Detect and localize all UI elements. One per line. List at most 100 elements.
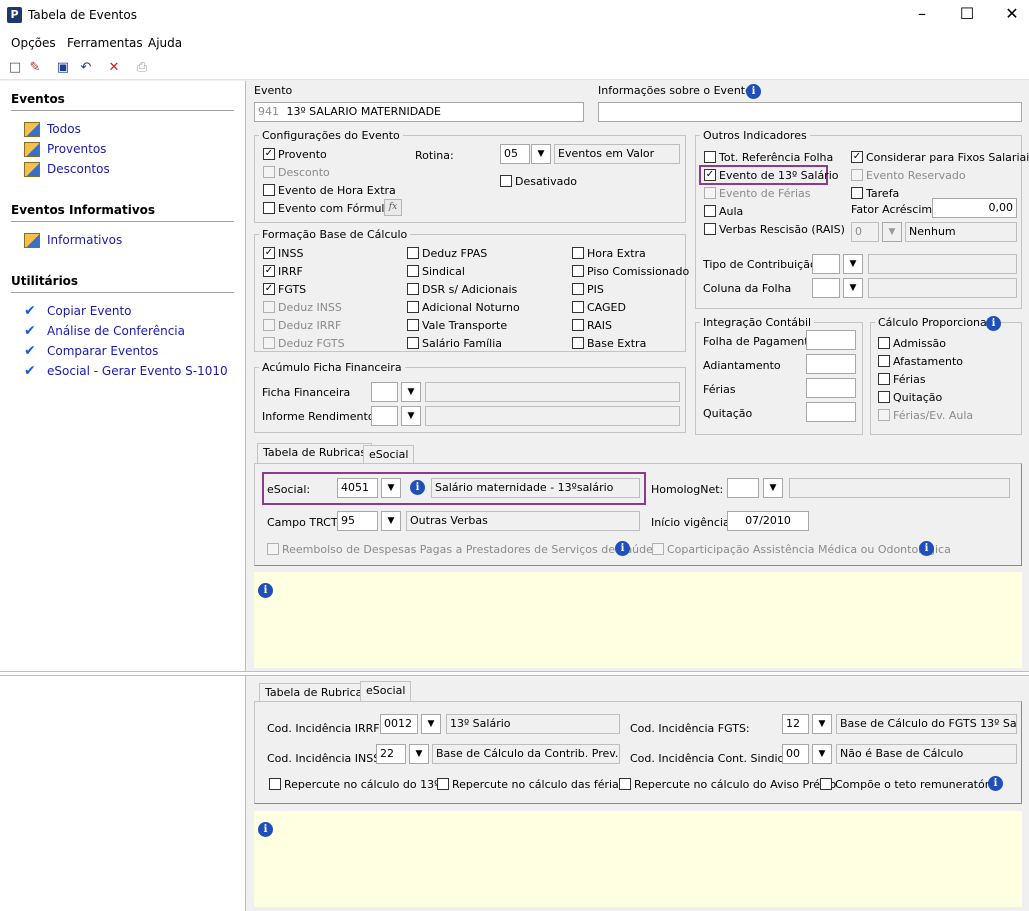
info-icon[interactable]: i	[746, 84, 761, 99]
ferias-aula-checkbox[interactable]	[878, 409, 890, 421]
info-evento-field[interactable]	[598, 102, 1022, 122]
new-document-icon[interactable]: □	[6, 59, 24, 77]
inss-checkbox[interactable]: ✓	[263, 247, 275, 259]
trct-input[interactable]: 95	[337, 511, 378, 531]
dsr-checkbox[interactable]	[407, 283, 419, 295]
fgts-input[interactable]: 12	[782, 714, 809, 734]
tab-tabela-rubricas[interactable]: Tabela de Rubricas	[257, 443, 373, 464]
chevron-down-icon[interactable]: ▼	[843, 278, 863, 298]
chevron-down-icon[interactable]: ▼	[763, 478, 783, 498]
piso-comissionado-checkbox[interactable]	[572, 265, 584, 277]
copart-checkbox[interactable]	[652, 543, 664, 555]
tot-referencia-checkbox[interactable]	[704, 151, 716, 163]
fixos-salariais-checkbox[interactable]: ✓	[851, 151, 863, 163]
print-icon[interactable]: ⎙	[133, 59, 151, 77]
tarefa-checkbox[interactable]	[851, 187, 863, 199]
evento-reservado-checkbox[interactable]	[851, 169, 863, 181]
sidebar-item-todos[interactable]: Todos	[47, 122, 81, 136]
rep13-checkbox[interactable]	[269, 778, 281, 790]
sidebar-item-informativos[interactable]: Informativos	[47, 233, 122, 247]
hora-extra-base-checkbox[interactable]	[572, 247, 584, 259]
sindical-lower-input[interactable]: 00	[782, 744, 809, 764]
menu-ajuda[interactable]: Ajuda	[148, 36, 182, 50]
quitacao-prop-checkbox[interactable]	[878, 391, 890, 403]
small-input[interactable]: 0	[851, 222, 879, 242]
folha-pagamento-input[interactable]	[806, 330, 856, 350]
sidebar-item-copiar-evento[interactable]: Copiar Evento	[47, 304, 132, 318]
admissao-checkbox[interactable]	[878, 337, 890, 349]
sidebar-item-descontos[interactable]: Descontos	[47, 162, 110, 176]
fgts-checkbox[interactable]: ✓	[263, 283, 275, 295]
salario-familia-checkbox[interactable]	[407, 337, 419, 349]
deduz-inss-checkbox[interactable]	[263, 301, 275, 313]
esocial-input[interactable]: 4051	[337, 478, 378, 498]
info-icon[interactable]: i	[258, 583, 273, 598]
delete-icon[interactable]: ✕	[105, 59, 123, 77]
close-button[interactable]: ✕	[989, 0, 1029, 30]
sindical-checkbox[interactable]	[407, 265, 419, 277]
menu-ferramentas[interactable]: Ferramentas	[67, 36, 143, 50]
homolog-input[interactable]	[727, 478, 759, 498]
desativado-checkbox[interactable]	[500, 175, 512, 187]
save-icon[interactable]: ▣	[54, 59, 72, 77]
undo-icon[interactable]: ↶	[77, 59, 95, 77]
info-icon[interactable]: i	[258, 822, 273, 837]
chevron-down-icon[interactable]: ▼	[421, 714, 441, 734]
evento-ferias-checkbox[interactable]	[704, 187, 716, 199]
info-icon[interactable]: i	[986, 316, 1001, 331]
deduz-fgts-checkbox[interactable]	[263, 337, 275, 349]
chevron-down-icon[interactable]: ▼	[812, 714, 832, 734]
quitacao-input[interactable]	[806, 402, 856, 422]
rotina-input[interactable]: 05	[500, 144, 530, 164]
vale-transporte-checkbox[interactable]	[407, 319, 419, 331]
info-icon[interactable]: i	[988, 776, 1003, 791]
sidebar-item-analise-conferencia[interactable]: Análise de Conferência	[47, 324, 185, 338]
teto-checkbox[interactable]	[820, 778, 832, 790]
rais-checkbox[interactable]	[572, 319, 584, 331]
chevron-down-icon[interactable]: ▼	[843, 254, 863, 274]
sidebar-item-proventos[interactable]: Proventos	[47, 142, 106, 156]
verbas-rescisao-checkbox[interactable]	[704, 223, 716, 235]
adicional-noturno-checkbox[interactable]	[407, 301, 419, 313]
coluna-folha-input[interactable]	[812, 278, 840, 298]
desconto-checkbox[interactable]	[263, 166, 275, 178]
minimize-button[interactable]: –	[899, 0, 945, 30]
chevron-down-icon[interactable]: ▼	[381, 478, 401, 498]
hora-extra-checkbox[interactable]	[263, 184, 275, 196]
maximize-button[interactable]: ☐	[944, 0, 990, 30]
irrf-input[interactable]: 0012	[380, 714, 418, 734]
deduz-fpas-checkbox[interactable]	[407, 247, 419, 259]
reembolso-checkbox[interactable]	[267, 543, 279, 555]
tab-tabela-rubricas-lower[interactable]: Tabela de Rubricas	[259, 683, 375, 702]
inicio-input[interactable]: 07/2010	[727, 511, 809, 531]
chevron-down-icon[interactable]: ▼	[531, 144, 551, 164]
informe-input[interactable]	[371, 406, 398, 426]
chevron-down-icon[interactable]: ▼	[381, 511, 401, 531]
inss-lower-input[interactable]: 22	[376, 744, 406, 764]
info-icon[interactable]: i	[919, 541, 934, 556]
caged-checkbox[interactable]	[572, 301, 584, 313]
menu-opcoes[interactable]: Opções	[11, 36, 56, 50]
chevron-down-icon[interactable]: ▼	[812, 744, 832, 764]
edit-icon[interactable]: ✎	[26, 59, 44, 77]
irrf-checkbox[interactable]: ✓	[263, 265, 275, 277]
sidebar-item-esocial-s1010[interactable]: eSocial - Gerar Evento S-1010	[47, 364, 228, 378]
deduz-irrf-checkbox[interactable]	[263, 319, 275, 331]
provento-checkbox[interactable]: ✓	[263, 148, 275, 160]
aula-checkbox[interactable]	[704, 205, 716, 217]
adiantamento-input[interactable]	[806, 354, 856, 374]
tipo-contrib-input[interactable]	[812, 254, 840, 274]
repferias-checkbox[interactable]	[437, 778, 449, 790]
base-extra-checkbox[interactable]	[572, 337, 584, 349]
chevron-down-icon[interactable]: ▼	[401, 382, 421, 402]
ficha-input[interactable]	[371, 382, 398, 402]
chevron-down-icon[interactable]: ▼	[409, 744, 429, 764]
tab-esocial-lower[interactable]: eSocial	[360, 681, 412, 702]
tab-esocial[interactable]: eSocial	[363, 445, 415, 464]
ferias-input[interactable]	[806, 378, 856, 398]
evento-field[interactable]: 941 13º SALARIO MATERNIDADE	[254, 102, 584, 122]
afastamento-checkbox[interactable]	[878, 355, 890, 367]
info-icon[interactable]: i	[615, 541, 630, 556]
info-icon[interactable]: i	[410, 480, 425, 495]
formula-checkbox[interactable]	[263, 202, 275, 214]
